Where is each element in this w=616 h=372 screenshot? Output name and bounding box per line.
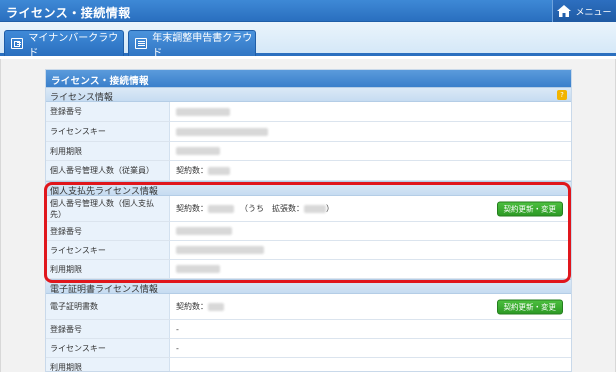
redacted-value	[176, 107, 230, 116]
table-row: ライセンスキー	[46, 122, 571, 142]
redacted-value	[176, 227, 232, 235]
row-label: 個人番号管理人数（従業員）	[46, 161, 170, 180]
tab-bar: マイナンバークラウド 年末調整申告書クラウド	[0, 22, 616, 59]
redacted-value	[176, 265, 220, 273]
table-row: 個人番号管理人数（個人支払先） 契約数： （うち 拡張数： ） 契約更新・変更	[46, 196, 571, 222]
row-label: 登録番号	[46, 222, 170, 240]
table-row: ライセンスキー	[46, 241, 571, 260]
id-card-icon	[11, 38, 24, 49]
redacted-value	[176, 147, 220, 155]
table-row: 電子証明書数 契約数： 契約更新・変更	[46, 294, 571, 320]
contract-count-label: 契約数：	[176, 166, 208, 175]
table-row: 登録番号 -	[46, 320, 571, 339]
row-label: 電子証明書数	[46, 294, 170, 319]
table-row: 利用期限	[46, 358, 571, 371]
row-label: 利用期限	[46, 358, 170, 371]
table-row: 登録番号	[46, 102, 571, 122]
row-value	[170, 122, 571, 141]
row-value	[170, 260, 571, 278]
window-title: ライセンス・接続情報	[6, 6, 131, 20]
table-row: 個人番号管理人数（従業員） 契約数：	[46, 161, 571, 181]
extension-count-label: （うち 拡張数：	[240, 204, 304, 213]
license-section-header: ライセンス情報 ?	[46, 87, 571, 103]
row-value	[170, 241, 571, 259]
tab-mynumber-cloud[interactable]: マイナンバークラウド	[4, 30, 124, 59]
row-value	[170, 102, 571, 121]
row-label: ライセンスキー	[46, 339, 170, 357]
row-label: 個人番号管理人数（個人支払先）	[46, 196, 170, 221]
row-value	[170, 222, 571, 240]
menu-label: メニュー	[575, 7, 612, 18]
row-label: ライセンスキー	[46, 122, 170, 141]
row-label: 登録番号	[46, 320, 170, 338]
row-label: 登録番号	[46, 102, 170, 121]
document-icon	[135, 38, 148, 49]
table-row: 利用期限	[46, 142, 571, 161]
table-row: 利用期限	[46, 260, 571, 279]
row-value: 契約数：	[170, 161, 571, 180]
redacted-value	[208, 302, 224, 311]
redacted-value	[176, 127, 268, 136]
contract-update-button[interactable]: 契約更新・変更	[496, 201, 563, 216]
home-icon	[557, 5, 572, 17]
row-value: -	[176, 343, 179, 353]
tab-label: 年末調整申告書クラウド	[152, 32, 253, 59]
payee-section-header: 個人支払先ライセンス情報	[46, 181, 571, 197]
row-label: 利用期限	[46, 260, 170, 278]
license-panel: ライセンス・接続情報 ライセンス情報 ? 登録番号 ライセンスキー 利用期限 個…	[45, 69, 572, 372]
tab-label: マイナンバークラウド	[28, 32, 119, 59]
row-value: -	[176, 324, 179, 334]
redacted-value	[176, 246, 264, 254]
main-content: ライセンス・接続情報 ライセンス情報 ? 登録番号 ライセンスキー 利用期限 個…	[0, 59, 616, 372]
panel-title: ライセンス・接続情報	[46, 70, 571, 87]
row-label: ライセンスキー	[46, 241, 170, 259]
paren-close: ）	[326, 204, 334, 213]
row-value	[170, 358, 571, 371]
title-bar: ライセンス・接続情報 メニュー	[0, 0, 616, 22]
cert-section-header: 電子証明書ライセンス情報	[46, 279, 571, 295]
table-row: ライセンスキー -	[46, 339, 571, 358]
contract-count-label: 契約数：	[176, 302, 208, 311]
tab-year-end-cloud[interactable]: 年末調整申告書クラウド	[128, 30, 256, 59]
row-label: 利用期限	[46, 142, 170, 160]
help-icon[interactable]: ?	[557, 90, 567, 100]
cert-contract-update-button[interactable]: 契約更新・変更	[496, 299, 563, 314]
row-value	[170, 142, 571, 160]
table-row: 登録番号	[46, 222, 571, 241]
contract-count-label: 契約数：	[176, 204, 208, 213]
redacted-value	[304, 204, 326, 213]
menu-button[interactable]: メニュー	[552, 0, 616, 22]
redacted-value	[208, 204, 234, 213]
redacted-value	[208, 166, 230, 175]
